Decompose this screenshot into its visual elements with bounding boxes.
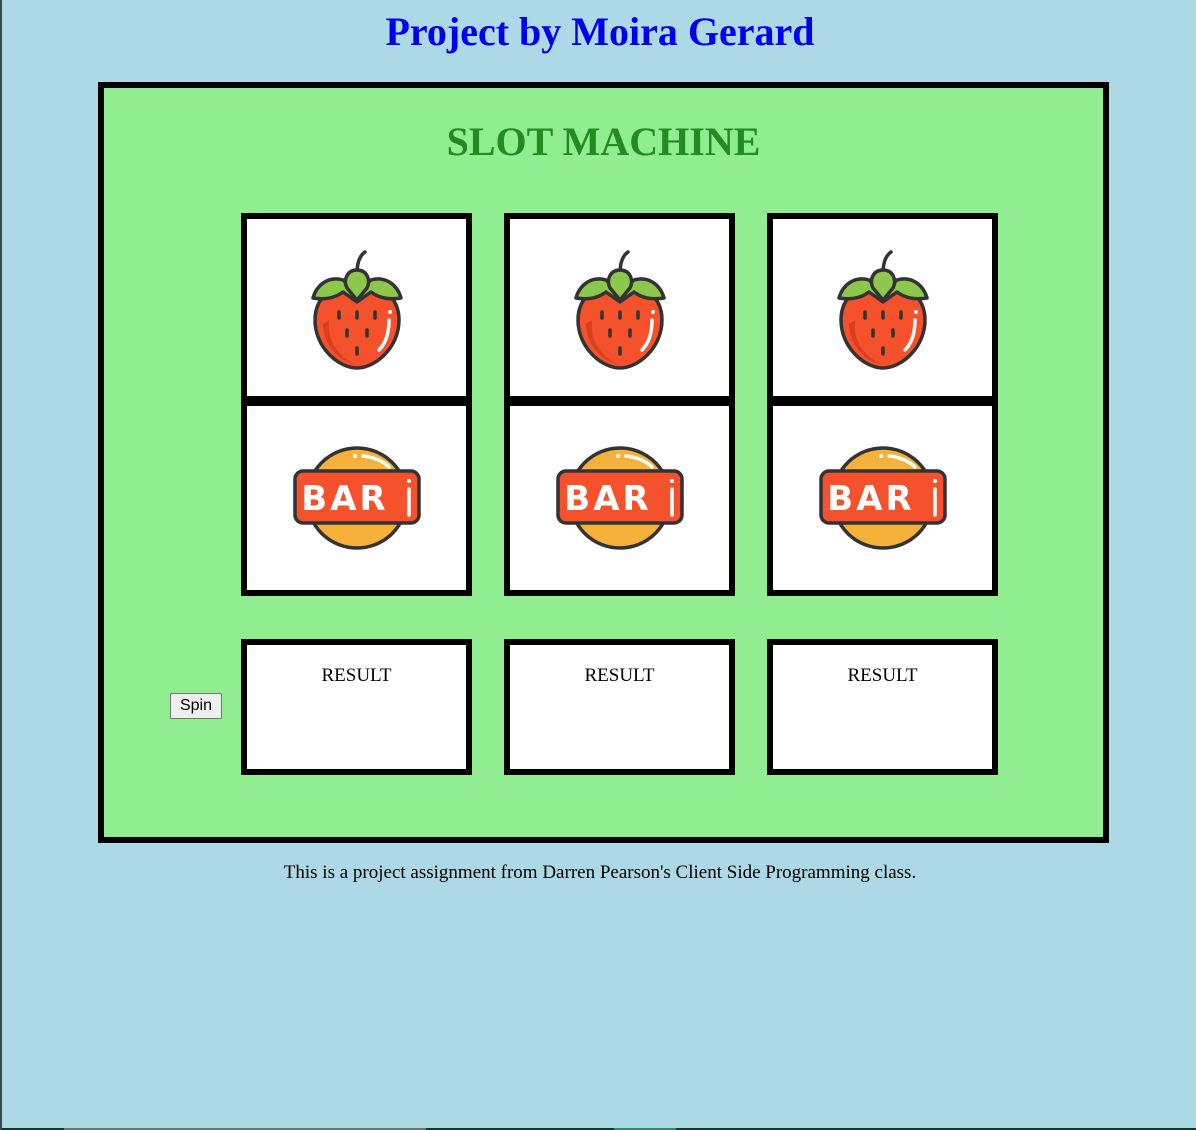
reel-1-top	[241, 213, 472, 402]
strawberry-icon	[836, 249, 929, 370]
spin-button[interactable]: Spin	[170, 693, 222, 719]
page-title: Project by Moira Gerard	[385, 9, 815, 54]
strawberry-icon	[573, 249, 666, 370]
reel-2-bottom: BAR	[504, 398, 735, 596]
slot-machine-panel: SLOT MACHINE BAR BAR BAR Spin RESULT RES…	[98, 82, 1109, 843]
svg-text:BAR: BAR	[301, 479, 388, 519]
result-box-1: RESULT	[241, 639, 472, 775]
svg-text:BAR: BAR	[564, 479, 651, 519]
footer-note: This is a project assignment from Darren…	[283, 862, 917, 883]
result-label: RESULT	[321, 665, 392, 686]
slot-machine-title: SLOT MACHINE	[446, 119, 761, 164]
result-box-2: RESULT	[504, 639, 735, 775]
bar-icon: BAR	[292, 446, 421, 550]
bar-icon: BAR	[818, 446, 947, 550]
result-label: RESULT	[847, 665, 918, 686]
svg-text:BAR: BAR	[827, 479, 914, 519]
result-label: RESULT	[584, 665, 655, 686]
strawberry-icon	[310, 249, 403, 370]
reel-3-top	[767, 213, 998, 402]
reel-2-top	[504, 213, 735, 402]
result-box-3: RESULT	[767, 639, 998, 775]
reel-3-bottom: BAR	[767, 398, 998, 596]
bar-icon: BAR	[555, 446, 684, 550]
reel-1-bottom: BAR	[241, 398, 472, 596]
